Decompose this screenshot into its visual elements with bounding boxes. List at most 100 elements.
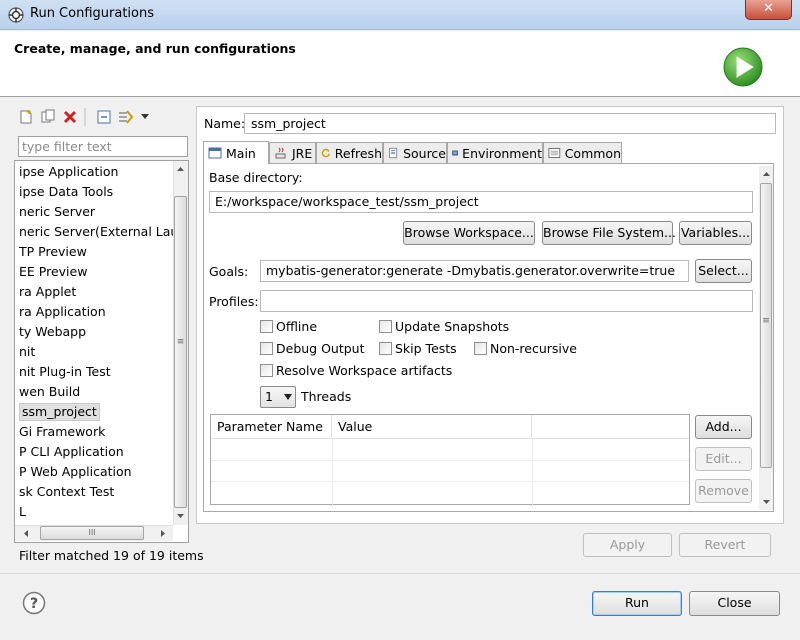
filter-icon[interactable] bbox=[118, 109, 134, 125]
profiles-label: Profiles: bbox=[209, 294, 259, 309]
scroll-right-arrow-icon[interactable] bbox=[158, 529, 167, 538]
tree-item[interactable]: neric Server(External Launc bbox=[19, 223, 188, 241]
scroll-up-arrow-icon[interactable] bbox=[762, 170, 771, 179]
tree-item[interactable]: neric Server bbox=[19, 203, 95, 221]
tree-item[interactable]: Gi Framework bbox=[19, 423, 105, 441]
environment-icon bbox=[452, 150, 458, 156]
main-tab-icon bbox=[208, 147, 222, 159]
table-column-divider bbox=[532, 439, 533, 505]
tab-refresh[interactable]: Refresh bbox=[316, 142, 383, 163]
tree-item[interactable]: ty Webapp bbox=[19, 323, 86, 341]
skip-tests-checkbox[interactable] bbox=[379, 342, 392, 355]
tree-item[interactable]: P CLI Application bbox=[19, 443, 124, 461]
tree-item[interactable]: TP Preview bbox=[19, 243, 87, 261]
tab-jre-label: JRE bbox=[292, 145, 313, 161]
debug-output-checkbox[interactable] bbox=[260, 342, 273, 355]
scroll-grip: ≡ bbox=[176, 337, 185, 347]
tab-common-label: Common bbox=[564, 145, 621, 161]
table-row bbox=[211, 481, 689, 482]
scroll-down-arrow-icon[interactable] bbox=[176, 511, 185, 520]
scroll-down-arrow-icon[interactable] bbox=[762, 497, 771, 506]
tab-source[interactable]: Source bbox=[383, 142, 447, 163]
debug-output-label: Debug Output bbox=[276, 341, 365, 356]
collapse-all-icon[interactable] bbox=[96, 109, 112, 125]
tree-item[interactable]: ipse Application bbox=[19, 163, 118, 181]
parameters-table[interactable]: Parameter Name Value bbox=[210, 414, 690, 505]
chevron-down-icon[interactable] bbox=[140, 111, 150, 121]
tree-item[interactable]: sk Context Test bbox=[19, 483, 114, 501]
edit-parameter-button[interactable]: Edit... bbox=[695, 447, 752, 471]
run-button[interactable]: Run bbox=[592, 591, 682, 616]
goals-field[interactable]: mybatis-generator:generate -Dmybatis.gen… bbox=[260, 260, 689, 282]
dialog-header-title: Create, manage, and run configurations bbox=[14, 41, 296, 56]
apply-button[interactable]: Apply bbox=[583, 533, 672, 557]
duplicate-icon[interactable] bbox=[40, 109, 56, 125]
resolve-workspace-label: Resolve Workspace artifacts bbox=[276, 363, 453, 378]
tab-environment-label: Environment bbox=[462, 145, 542, 161]
window-close-button[interactable]: ✕ bbox=[745, 0, 792, 20]
configuration-tree[interactable]: ipse Application ipse Data Tools neric S… bbox=[14, 160, 189, 543]
profiles-field[interactable] bbox=[260, 290, 753, 312]
tree-item[interactable]: EE Preview bbox=[19, 263, 87, 281]
config-toolbar bbox=[14, 106, 192, 130]
base-directory-field[interactable]: E:/workspace/workspace_test/ssm_project bbox=[209, 191, 753, 213]
tree-item[interactable]: nit bbox=[19, 343, 35, 361]
tree-item[interactable]: ra Applet bbox=[19, 283, 76, 301]
remove-parameter-button[interactable]: Remove bbox=[695, 479, 752, 503]
scroll-up-arrow-icon[interactable] bbox=[176, 165, 185, 174]
base-directory-label: Base directory: bbox=[209, 170, 303, 185]
run-icon bbox=[723, 47, 763, 87]
table-column-divider bbox=[332, 439, 333, 505]
revert-button[interactable]: Revert bbox=[679, 533, 771, 557]
common-icon bbox=[548, 148, 561, 158]
tree-item[interactable]: ra Application bbox=[19, 303, 106, 321]
scroll-left-arrow-icon[interactable] bbox=[22, 529, 31, 538]
tab-main[interactable]: Main bbox=[203, 141, 269, 164]
column-header-value[interactable]: Value bbox=[332, 415, 532, 439]
help-icon[interactable]: ? bbox=[22, 591, 46, 615]
dialog-header: Create, manage, and run configurations bbox=[0, 31, 800, 97]
offline-checkbox[interactable] bbox=[260, 320, 273, 333]
chevron-down-icon bbox=[284, 394, 292, 400]
filter-input[interactable] bbox=[18, 136, 188, 157]
tab-common[interactable]: Common bbox=[543, 142, 622, 163]
column-header-parameter-name[interactable]: Parameter Name bbox=[211, 415, 332, 439]
tab-environment[interactable]: Environment bbox=[447, 142, 543, 163]
threads-value: 1 bbox=[265, 389, 273, 404]
resolve-workspace-checkbox[interactable] bbox=[260, 364, 273, 377]
scroll-grip: ≡ bbox=[762, 316, 770, 326]
select-goals-button[interactable]: Select... bbox=[695, 259, 752, 283]
offline-label: Offline bbox=[276, 319, 318, 334]
tree-item[interactable]: wen Build bbox=[19, 383, 80, 401]
source-icon bbox=[389, 147, 398, 159]
tab-refresh-label: Refresh bbox=[334, 145, 382, 161]
update-snapshots-label: Update Snapshots bbox=[395, 319, 510, 334]
threads-select[interactable]: 1 bbox=[260, 386, 296, 408]
tree-item[interactable]: ipse Data Tools bbox=[19, 183, 113, 201]
non-recursive-label: Non-recursive bbox=[490, 341, 577, 356]
goals-label: Goals: bbox=[209, 264, 249, 279]
tree-item[interactable]: P Web Application bbox=[19, 463, 132, 481]
help-glyph: ? bbox=[30, 596, 38, 612]
non-recursive-checkbox[interactable] bbox=[474, 342, 487, 355]
tree-horizontal-scroll-thumb[interactable]: III bbox=[40, 526, 144, 540]
content-vertical-scroll-thumb[interactable]: ≡ bbox=[760, 183, 772, 468]
browse-workspace-button[interactable]: Browse Workspace... bbox=[403, 221, 535, 245]
new-config-icon[interactable] bbox=[18, 109, 34, 125]
add-parameter-button[interactable]: Add... bbox=[695, 415, 752, 439]
tab-jre[interactable]: JRE bbox=[269, 142, 316, 163]
tree-vertical-scroll-thumb[interactable]: ≡ bbox=[174, 196, 187, 508]
variables-button[interactable]: Variables... bbox=[679, 221, 752, 245]
tree-item-selected[interactable]: ssm_project bbox=[19, 403, 100, 421]
tree-item[interactable]: nit Plug-in Test bbox=[19, 363, 111, 381]
delete-icon[interactable] bbox=[62, 109, 78, 125]
name-label: Name: bbox=[204, 116, 246, 131]
close-button[interactable]: Close bbox=[689, 591, 780, 616]
update-snapshots-checkbox[interactable] bbox=[379, 320, 392, 333]
skip-tests-label: Skip Tests bbox=[395, 341, 457, 356]
tree-item[interactable]: L bbox=[19, 503, 26, 521]
name-field[interactable] bbox=[244, 113, 776, 134]
window-title: Run Configurations bbox=[30, 6, 154, 21]
browse-file-system-button[interactable]: Browse File System... bbox=[542, 221, 676, 245]
jre-icon bbox=[275, 147, 286, 159]
